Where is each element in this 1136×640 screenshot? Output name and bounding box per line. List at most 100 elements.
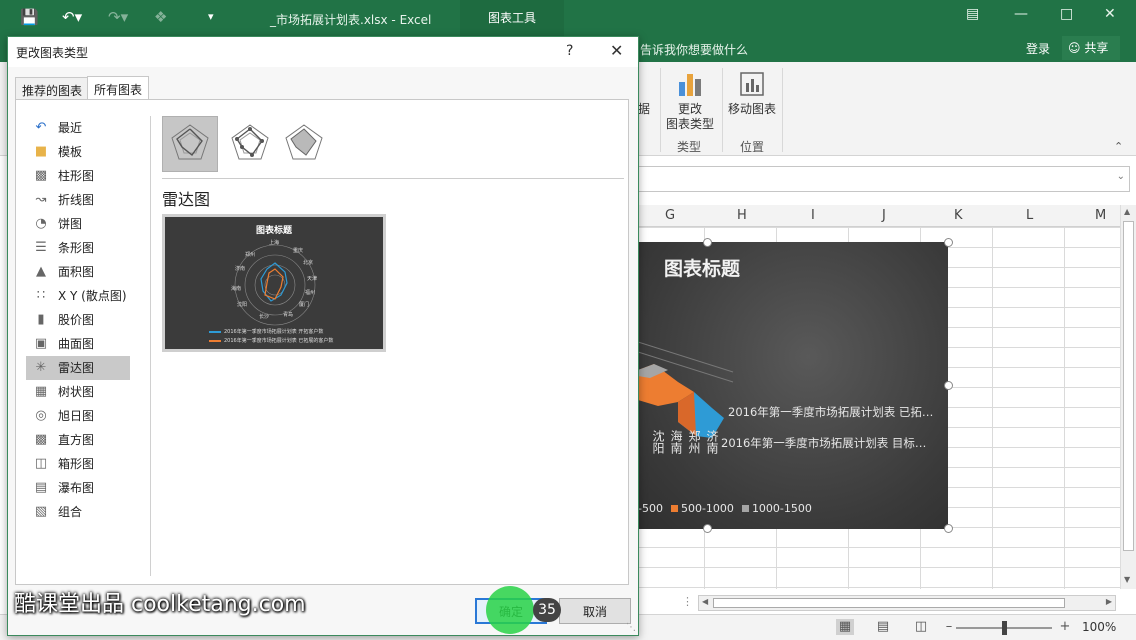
column-header[interactable]: J <box>882 208 886 223</box>
step-badge: 35 <box>533 598 561 622</box>
resize-grip-icon[interactable]: ⋱ <box>626 622 636 633</box>
select-data-button[interactable]: 据 <box>638 102 650 117</box>
category-column[interactable]: ▩ 柱形图 <box>26 164 130 188</box>
category-histogram[interactable]: ▩ 直方图 <box>26 428 130 452</box>
maximize-icon[interactable]: □ <box>1060 6 1073 22</box>
column-header[interactable]: K <box>954 208 963 223</box>
category-waterfall[interactable]: ▤ 瀑布图 <box>26 476 130 500</box>
chart-resize-handle[interactable] <box>944 238 953 247</box>
chart-resize-handle[interactable] <box>703 524 712 533</box>
customize-quick-access-icon[interactable]: ▾ <box>208 10 214 23</box>
minimize-icon[interactable]: — <box>1014 6 1028 22</box>
sheet-tab-options-icon[interactable]: ⋮ <box>682 595 693 608</box>
window-title: _市场拓展计划表.xlsx - Excel <box>270 13 432 27</box>
series-label[interactable]: 2016年第一季度市场拓展计划表 目标… <box>721 435 926 451</box>
category-line[interactable]: ↝ 折线图 <box>26 188 130 212</box>
ribbon-display-icon[interactable]: ▤ <box>966 6 979 22</box>
histogram-chart-icon: ▩ <box>34 432 48 447</box>
category-sunburst[interactable]: ◎ 旭日图 <box>26 404 130 428</box>
category-label: 直方图 <box>58 433 95 447</box>
zoom-in-icon[interactable]: + <box>1056 619 1074 635</box>
close-icon[interactable]: ✕ <box>610 41 623 60</box>
cancel-button[interactable]: 取消 <box>559 598 631 624</box>
click-indicator <box>486 586 534 634</box>
treemap-chart-icon: ▦ <box>34 384 48 399</box>
legend-entry: -500 <box>638 502 663 515</box>
save-icon[interactable]: 💾 <box>20 8 39 26</box>
zoom-slider-thumb[interactable] <box>1002 621 1007 635</box>
page-layout-view-icon[interactable]: ▤ <box>874 619 892 635</box>
scroll-up-icon[interactable]: ▲ <box>1124 207 1130 216</box>
column-header[interactable]: G <box>665 208 675 223</box>
series-label[interactable]: 2016年第一季度市场拓展计划表 已拓… <box>728 404 933 420</box>
tab-recommended-charts[interactable]: 推荐的图表 <box>15 77 90 99</box>
chart-resize-handle[interactable] <box>944 381 953 390</box>
redo-icon[interactable]: ↷▾ <box>108 8 128 26</box>
subtype-radar-markers[interactable] <box>222 116 278 172</box>
category-combo[interactable]: ▧ 组合 <box>26 500 130 524</box>
scroll-left-icon[interactable]: ◀ <box>702 597 708 606</box>
category-recent[interactable]: ↶ 最近 <box>26 116 130 140</box>
share-button[interactable]: ☺ 共享 <box>1062 36 1120 60</box>
category-pie[interactable]: ◔ 饼图 <box>26 212 130 236</box>
login-link[interactable]: 登录 <box>1026 40 1050 57</box>
chart-legend[interactable]: -500 500-1000 1000-1500 <box>638 502 812 515</box>
chart-tools-context-tab[interactable]: 图表工具 <box>460 0 564 36</box>
recent-icon: ↶ <box>35 120 47 135</box>
change-type-line2: 图表类型 <box>665 117 714 131</box>
category-treemap[interactable]: ▦ 树状图 <box>26 380 130 404</box>
column-header[interactable]: M <box>1095 208 1106 223</box>
tell-me-search[interactable]: 告诉我你想要做什么 <box>640 41 748 58</box>
chart-preview[interactable]: 图表标题 上海 重庆 北京 天津 福州 厦门 青岛 长沙 沈阳 海南 济南 郑州… <box>162 214 386 352</box>
change-chart-type-button[interactable]: 更改 图表类型 <box>664 70 716 132</box>
category-label: 饼图 <box>58 217 83 231</box>
category-templates[interactable]: ■ 模板 <box>26 140 130 164</box>
horizontal-scrollbar[interactable]: ◀ ▶ <box>698 595 1116 611</box>
zoom-level[interactable]: 100% <box>1082 620 1116 634</box>
category-radar[interactable]: ✳ 雷达图 <box>26 356 130 380</box>
column-header[interactable]: H <box>737 208 747 223</box>
format-painter-icon[interactable]: ❖ <box>154 8 167 26</box>
scroll-down-icon[interactable]: ▼ <box>1124 575 1130 584</box>
undo-icon[interactable]: ↶▾ <box>62 8 82 26</box>
subtype-radar[interactable] <box>162 116 218 172</box>
chart-resize-handle[interactable] <box>944 524 953 533</box>
ribbon-separator <box>660 68 661 152</box>
page-break-view-icon[interactable]: ◫ <box>912 619 930 635</box>
legend-entry: 1000-1500 <box>751 502 812 515</box>
close-window-icon[interactable]: ✕ <box>1104 6 1116 22</box>
axis-label: 郑州 <box>687 430 701 454</box>
category-label: 最近 <box>58 121 83 135</box>
move-chart-button[interactable]: 移动图表 <box>726 70 778 117</box>
help-icon[interactable]: ? <box>566 43 573 59</box>
formula-bar[interactable]: ⌄ <box>638 166 1130 192</box>
vertical-scrollbar[interactable]: ▲ ▼ <box>1120 205 1136 589</box>
category-stock[interactable]: ▮ 股价图 <box>26 308 130 332</box>
chart-plot-area <box>638 341 734 438</box>
horizontal-scroll-thumb[interactable] <box>713 598 1065 608</box>
subtype-filled-radar[interactable] <box>276 116 332 172</box>
chart-category-list: ↶ 最近 ■ 模板 ▩ 柱形图 ↝ 折线图 ◔ 饼图 ☰ 条形图 ▲ 面积图 ∷ X Y (散点… <box>26 116 144 524</box>
embedded-chart[interactable]: 图表标题 2016年第一季度市场拓展计划表 已拓… 2016年第一季度市场拓展计… <box>638 242 948 529</box>
category-bar[interactable]: ☰ 条形图 <box>26 236 130 260</box>
vertical-scroll-thumb[interactable] <box>1123 221 1134 551</box>
normal-view-icon[interactable]: ▦ <box>836 619 854 635</box>
scroll-right-icon[interactable]: ▶ <box>1106 597 1112 606</box>
dialog-title-bar[interactable]: 更改图表类型 ? ✕ <box>8 37 638 67</box>
chart-resize-handle[interactable] <box>703 238 712 247</box>
preview-legend-entry: 2016年第一季度市场拓展计划表 开拓客户数 <box>209 328 323 335</box>
tab-all-charts[interactable]: 所有图表 <box>87 76 150 100</box>
category-label: X Y (散点图) <box>58 289 127 303</box>
expand-formula-bar-icon[interactable]: ⌄ <box>1117 171 1125 182</box>
column-header[interactable]: L <box>1026 208 1033 223</box>
category-scatter[interactable]: ∷ X Y (散点图) <box>26 284 130 308</box>
selected-chart-type-name: 雷达图 <box>162 190 211 209</box>
category-area[interactable]: ▲ 面积图 <box>26 260 130 284</box>
column-header[interactable]: I <box>811 208 815 223</box>
category-box-whisker[interactable]: ◫ 箱形图 <box>26 452 130 476</box>
change-type-line1: 更改 <box>677 102 702 116</box>
preview-axis-label: 青岛 <box>283 312 294 318</box>
collapse-ribbon-icon[interactable]: ⌃ <box>1114 140 1123 153</box>
category-label: 树状图 <box>58 385 95 399</box>
category-surface[interactable]: ▣ 曲面图 <box>26 332 130 356</box>
